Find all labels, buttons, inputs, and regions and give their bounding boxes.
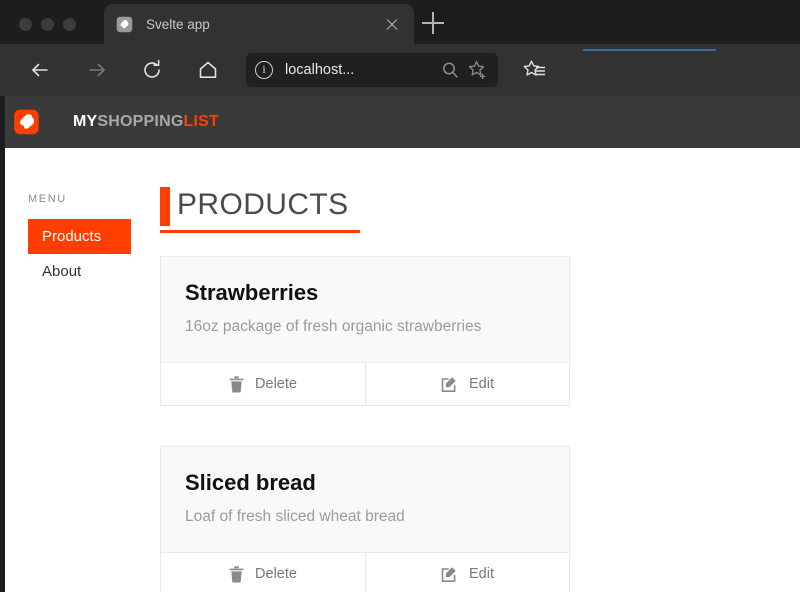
window-close-button[interactable] [19,18,32,31]
sidebar-item-products[interactable]: Products [28,219,131,254]
page-title: PRODUCTS [177,188,349,221]
product-card-body: Strawberries 16oz package of fresh organ… [161,257,569,362]
product-card: Sliced bread Loaf of fresh sliced wheat … [160,446,570,592]
window-minimize-button[interactable] [41,18,54,31]
edit-label: Edit [469,376,494,392]
product-description: 16oz package of fresh organic strawberri… [185,318,482,335]
star-list-icon[interactable] [522,58,548,84]
browser-tab[interactable]: Svelte app [104,4,414,44]
product-card-actions: Delete Edit [161,362,569,405]
edit-button[interactable]: Edit [365,363,569,405]
delete-label: Delete [255,376,297,392]
page-title-block: PRODUCTS [160,186,360,233]
sidebar-heading: MENU [28,193,67,205]
browser-toolbar: localhost... [0,44,800,96]
main-column: PRODUCTS Strawberries 16oz package of fr… [153,148,800,592]
trash-icon [229,565,244,583]
sidebar-item-about[interactable]: About [28,254,131,289]
delete-label: Delete [255,566,297,582]
home-icon[interactable] [194,56,222,84]
pencil-square-icon [441,566,458,583]
title-underline [160,230,360,233]
window-controls [19,18,76,31]
trash-icon [229,375,244,393]
svelte-logo-icon [13,108,41,136]
brand-my: MY [73,113,98,130]
product-card: Strawberries 16oz package of fresh organ… [160,256,570,406]
product-card-body: Sliced bread Loaf of fresh sliced wheat … [161,447,569,552]
arrow-right-icon[interactable] [83,56,111,84]
sidebar-menu: Products About [5,219,153,289]
sidebar: MENU Products About [5,148,153,289]
edit-label: Edit [469,566,494,582]
browser-chrome: Svelte app i localhost... [0,0,800,96]
brand-title: MYSHOPPINGLIST [73,113,219,131]
app-header: MYSHOPPINGLIST [5,96,800,148]
product-name: Strawberries [185,280,319,305]
reload-icon[interactable] [138,56,166,84]
product-name: Sliced bread [185,470,316,495]
info-circle-icon[interactable] [255,61,273,79]
tab-title: Svelte app [146,16,210,32]
tab-strip: Svelte app [0,0,800,44]
delete-button[interactable]: Delete [161,363,365,405]
brand-list: LIST [183,113,219,130]
page-viewport: MYSHOPPINGLIST MENU Products About PRODU… [0,96,800,592]
svelte-logo-icon [116,16,133,33]
page-content: MENU Products About PRODUCTS Strawberrie… [5,148,800,592]
url-text: localhost... [285,62,355,78]
product-description: Loaf of fresh sliced wheat bread [185,508,405,525]
arrow-left-icon[interactable] [26,56,54,84]
plus-icon[interactable] [422,12,444,34]
page-load-progress [583,49,716,51]
delete-button[interactable]: Delete [161,553,365,592]
browser-window: Svelte app i localhost... MYSHOPPINGLIST… [0,0,800,592]
magnifier-icon[interactable] [439,59,461,81]
window-maximize-button[interactable] [63,18,76,31]
product-list: Strawberries 16oz package of fresh organ… [160,256,800,592]
edit-button[interactable]: Edit [365,553,569,592]
address-bar[interactable]: localhost... [246,53,498,87]
pencil-square-icon [441,376,458,393]
title-accent-bar [160,187,170,226]
product-card-actions: Delete Edit [161,552,569,592]
star-plus-icon[interactable] [467,59,489,81]
brand-shopping: SHOPPING [97,113,184,130]
close-icon[interactable] [382,14,402,34]
